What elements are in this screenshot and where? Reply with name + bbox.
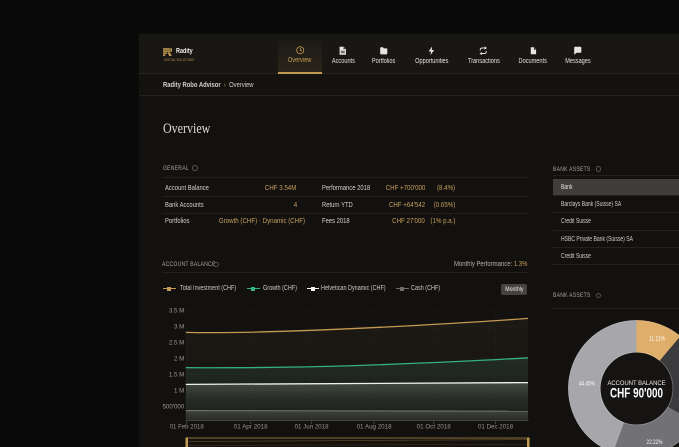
svg-text:2 M: 2 M: [174, 356, 184, 363]
svg-text:22.22%: 22.22%: [647, 439, 663, 446]
svg-text:CHF 90'000: CHF 90'000: [610, 385, 663, 401]
svg-text:01 Feb 2018: 01 Feb 2018: [170, 424, 205, 431]
svg-text:01 Dec 2018: 01 Dec 2018: [478, 424, 514, 431]
svg-text:01 Apr 2018: 01 Apr 2018: [234, 424, 269, 431]
svg-text:44.45%: 44.45%: [579, 381, 595, 388]
svg-text:11.11%: 11.11%: [649, 336, 665, 343]
svg-text:500'000: 500'000: [162, 404, 184, 411]
svg-text:3 M: 3 M: [174, 324, 184, 331]
svg-text:01 Jun 2018: 01 Jun 2018: [295, 424, 330, 431]
svg-text:01 Aug 2018: 01 Aug 2018: [357, 424, 393, 431]
svg-text:1 M: 1 M: [174, 388, 184, 395]
svg-text:1.5 M: 1.5 M: [169, 372, 184, 379]
svg-text:3.5 M: 3.5 M: [169, 308, 184, 315]
svg-text:2.5 M: 2.5 M: [169, 340, 184, 347]
svg-text:01 Oct 2018: 01 Oct 2018: [417, 424, 452, 431]
